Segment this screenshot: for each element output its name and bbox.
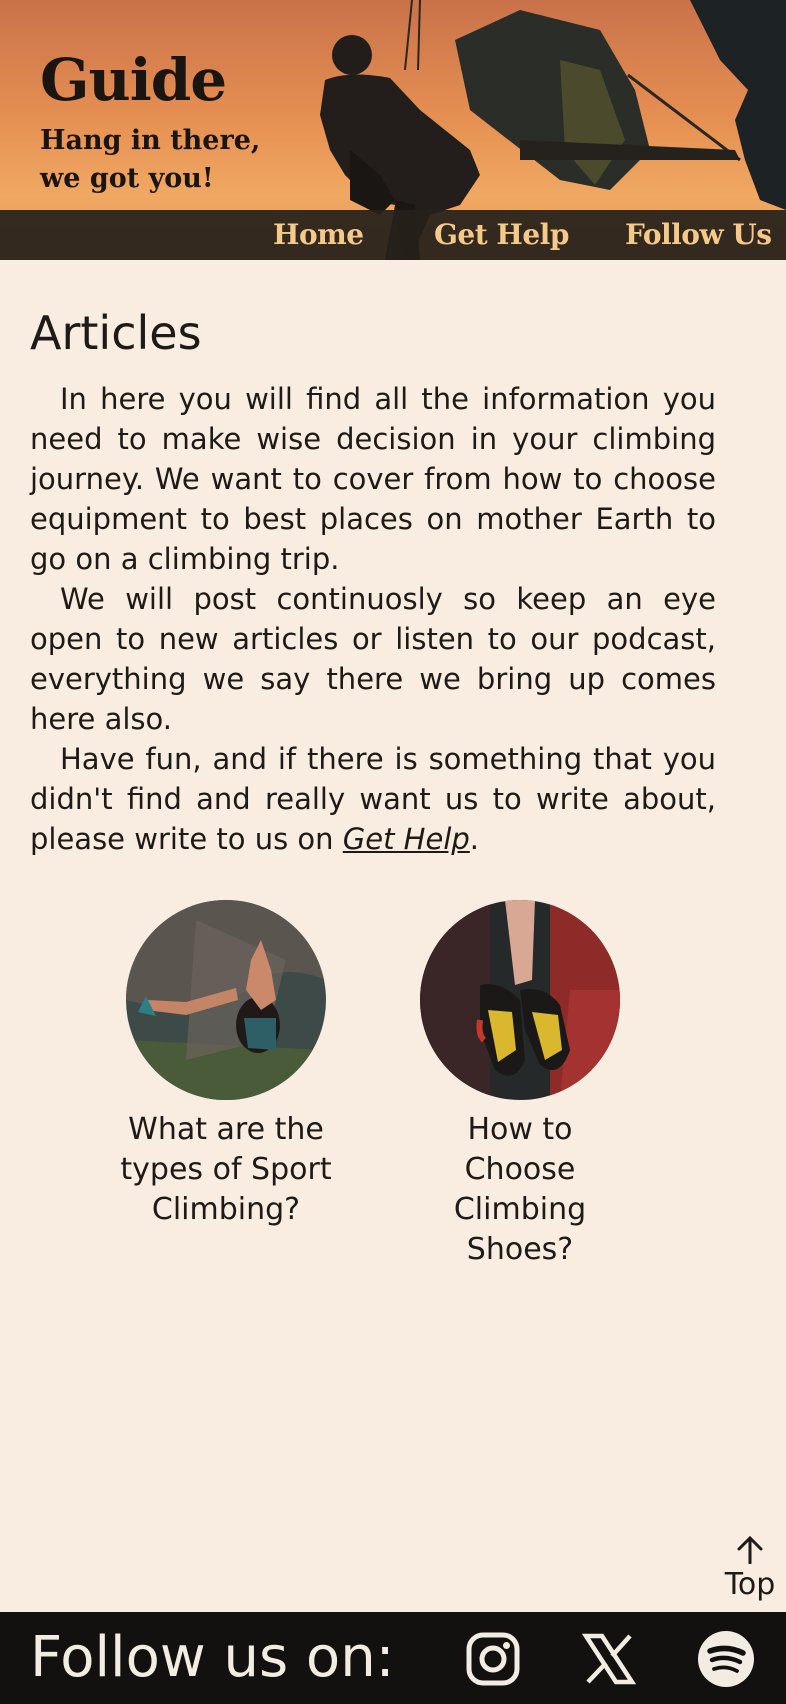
sport-climbing-image bbox=[126, 900, 326, 1100]
page-title: Articles bbox=[30, 306, 202, 360]
nav-follow-us[interactable]: Follow Us bbox=[625, 210, 772, 260]
site-footer: Follow us on: bbox=[0, 1612, 786, 1704]
x-icon[interactable] bbox=[580, 1630, 638, 1688]
back-to-top-button[interactable]: Top bbox=[722, 1535, 778, 1602]
article-thumbnail[interactable] bbox=[126, 900, 326, 1100]
get-help-link[interactable]: Get Help bbox=[343, 822, 470, 856]
intro-text: In here you will find all the informatio… bbox=[30, 379, 716, 859]
climbing-shoes-image bbox=[420, 900, 620, 1100]
site-tagline: Hang in there, we got you! bbox=[40, 125, 261, 194]
follow-us-text: Follow us on: bbox=[30, 1625, 395, 1690]
article-card-climbing-shoes[interactable]: How to Choose Climbing Shoes? bbox=[390, 900, 650, 1270]
spotify-icon[interactable] bbox=[697, 1630, 755, 1688]
intro-paragraph-3: Have fun, and if there is something that… bbox=[30, 739, 716, 859]
nav-get-help[interactable]: Get Help bbox=[434, 210, 569, 260]
article-card-sport-climbing[interactable]: What are the types of Sport Climbing? bbox=[96, 900, 356, 1230]
instagram-icon[interactable] bbox=[464, 1630, 522, 1688]
nav-home[interactable]: Home bbox=[273, 210, 364, 260]
site-header: Guide Hang in there, we got you! Home Ge… bbox=[0, 0, 786, 260]
article-thumbnail[interactable] bbox=[420, 900, 620, 1100]
intro-paragraph-1: In here you will find all the informatio… bbox=[30, 382, 716, 576]
back-to-top-label[interactable]: Top bbox=[722, 1568, 778, 1602]
article-title[interactable]: What are the types of Sport Climbing? bbox=[116, 1110, 336, 1230]
paragraph-end: . bbox=[469, 822, 480, 856]
article-title[interactable]: How to Choose Climbing Shoes? bbox=[410, 1110, 630, 1270]
arrow-up-icon bbox=[737, 1535, 763, 1565]
main-nav: Home Get Help Follow Us bbox=[0, 210, 786, 260]
intro-paragraph-2: We will post continuosly so keep an eye … bbox=[30, 582, 716, 736]
site-title: Guide bbox=[40, 46, 227, 114]
